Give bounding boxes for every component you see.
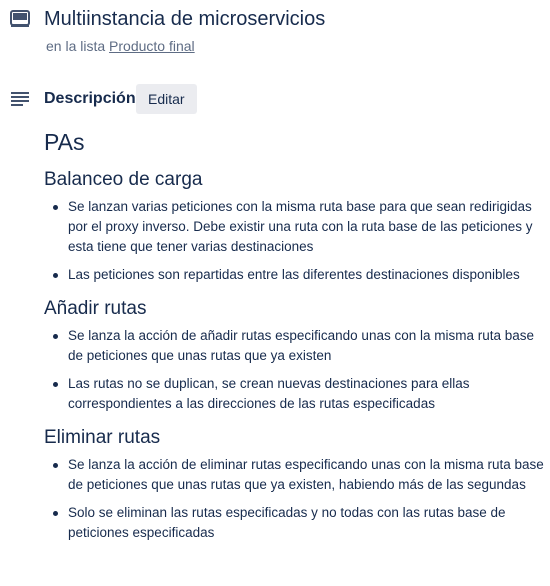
card-icon <box>10 10 30 27</box>
section-eliminar: Eliminar rutas Se lanza la acción de eli… <box>44 426 548 543</box>
list-item: Se lanza la acción de eliminar rutas esp… <box>53 455 548 495</box>
list-item: Solo se eliminan las rutas especificadas… <box>53 503 548 543</box>
section-title: Balanceo de carga <box>44 169 203 190</box>
card-title[interactable]: Multiinstancia de microservicios <box>44 7 325 31</box>
description-body[interactable]: PAs Balanceo de carga Se lanzan varias p… <box>44 126 548 555</box>
list-link[interactable]: Producto final <box>109 38 195 54</box>
section-balanceo: Balanceo de carga Se lanzan varias petic… <box>44 168 548 285</box>
list-item: Se lanza la acción de añadir rutas espec… <box>53 326 548 366</box>
description-lines-icon <box>11 92 29 106</box>
card-list-info: en la lista Producto final <box>46 37 195 55</box>
bullet-list: Se lanza la acción de añadir rutas espec… <box>44 326 548 414</box>
description-title: Descripción <box>44 90 136 107</box>
section-title: Añadir rutas <box>44 298 147 319</box>
bullet-list: Se lanza la acción de eliminar rutas esp… <box>44 455 548 543</box>
list-item: Las rutas no se duplican, se crean nueva… <box>53 374 548 414</box>
section-title: Eliminar rutas <box>44 427 161 448</box>
description-heading: PAs <box>44 129 85 155</box>
list-item: Las peticiones son repartidas entre las … <box>53 265 548 285</box>
section-anadir: Añadir rutas Se lanza la acción de añadi… <box>44 297 548 414</box>
list-prefix: en la lista <box>46 38 110 54</box>
list-item: Se lanzan varias peticiones con la misma… <box>53 197 548 257</box>
edit-description-button[interactable]: Editar <box>136 84 197 114</box>
bullet-list: Se lanzan varias peticiones con la misma… <box>44 197 548 285</box>
